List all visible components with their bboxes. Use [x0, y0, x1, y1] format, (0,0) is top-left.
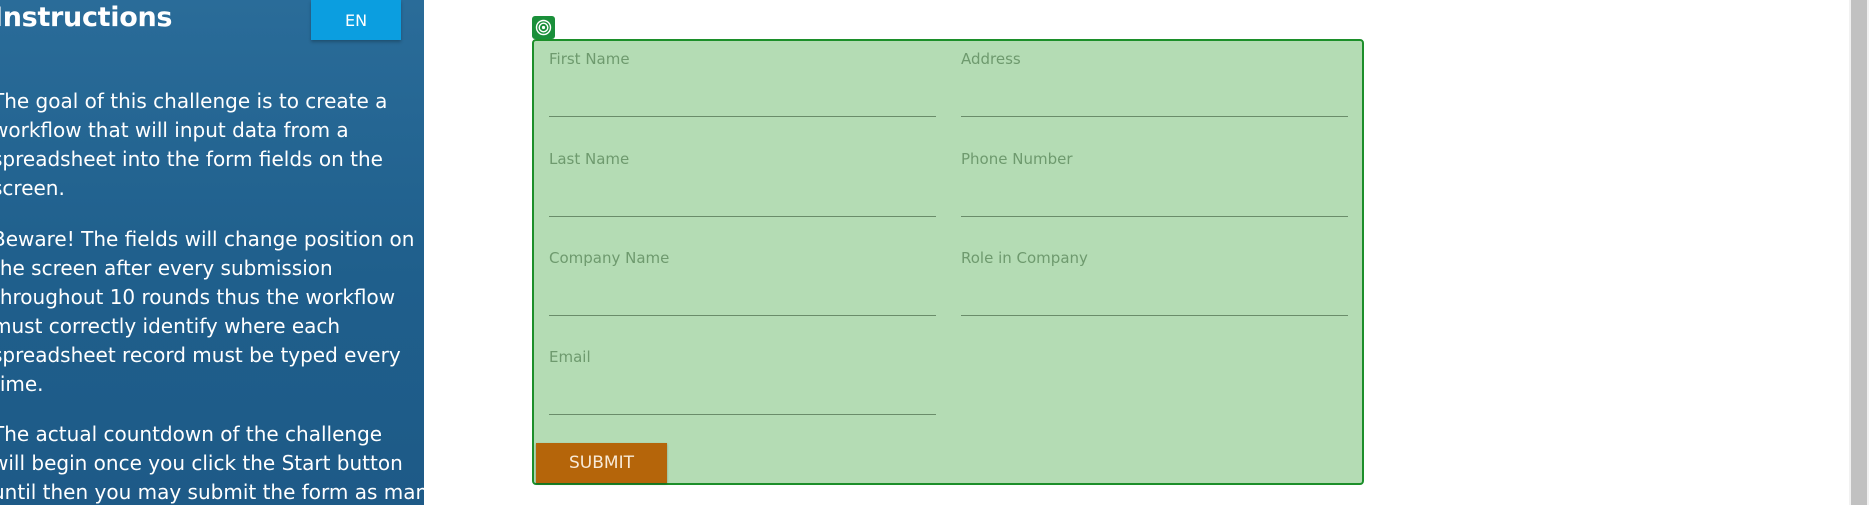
instructions-paragraph-2: Beware! The fields will change position …: [0, 225, 424, 399]
field-underline: [549, 116, 936, 117]
instructions-line: the screen after every submission: [0, 256, 333, 280]
role-in-company-input[interactable]: [961, 273, 1348, 311]
instructions-paragraph-3: The actual countdown of the challenge wi…: [0, 420, 424, 505]
sidebar-title: Instructions: [0, 2, 173, 33]
email-input[interactable]: [549, 372, 936, 410]
phone-number-label: Phone Number: [961, 150, 1073, 168]
first-name-input[interactable]: [549, 74, 936, 112]
instructions-line: must correctly identify where each: [0, 314, 341, 338]
instructions-line: throughout 10 rounds thus the workflow: [0, 285, 396, 309]
field-underline: [961, 315, 1348, 316]
challenge-form: First Name Address Last Name Phone Numbe…: [532, 39, 1364, 485]
field-underline: [549, 216, 936, 217]
page-scrollbar[interactable]: [1849, 0, 1869, 505]
field-underline: [549, 315, 936, 316]
field-underline: [961, 116, 1348, 117]
company-name-label: Company Name: [549, 249, 670, 267]
submit-button[interactable]: SUBMIT: [536, 443, 667, 483]
address-input[interactable]: [961, 74, 1348, 112]
instructions-line: screen.: [0, 176, 65, 200]
address-label: Address: [961, 50, 1021, 68]
first-name-label: First Name: [549, 50, 630, 68]
language-button[interactable]: EN: [311, 0, 401, 40]
last-name-label: Last Name: [549, 150, 630, 168]
instructions-line: The actual countdown of the challenge: [0, 422, 383, 446]
email-label: Email: [549, 348, 591, 366]
instructions-line: The goal of this challenge is to create …: [0, 89, 388, 113]
phone-number-input[interactable]: [961, 174, 1348, 212]
instructions-line: spreadsheet record must be typed every: [0, 343, 401, 367]
instructions-line: Beware! The fields will change position …: [0, 227, 415, 251]
instructions-sidebar: Instructions EN The goal of this challen…: [0, 0, 424, 505]
role-in-company-label: Role in Company: [961, 249, 1088, 267]
scrollbar-thumb[interactable]: [1851, 0, 1867, 505]
company-name-input[interactable]: [549, 273, 936, 311]
instructions-line: workflow that will input data from a: [0, 118, 349, 142]
target-icon[interactable]: [532, 16, 555, 39]
instructions-line: spreadsheet into the form fields on the: [0, 147, 383, 171]
field-underline: [549, 414, 936, 415]
instructions-line: will begin once you click the Start butt…: [0, 451, 403, 475]
instructions-line: time.: [0, 372, 44, 396]
field-underline: [961, 216, 1348, 217]
instructions-line: until then you may submit the form as ma…: [0, 480, 424, 504]
instructions-paragraph-1: The goal of this challenge is to create …: [0, 87, 424, 203]
last-name-input[interactable]: [549, 174, 936, 212]
